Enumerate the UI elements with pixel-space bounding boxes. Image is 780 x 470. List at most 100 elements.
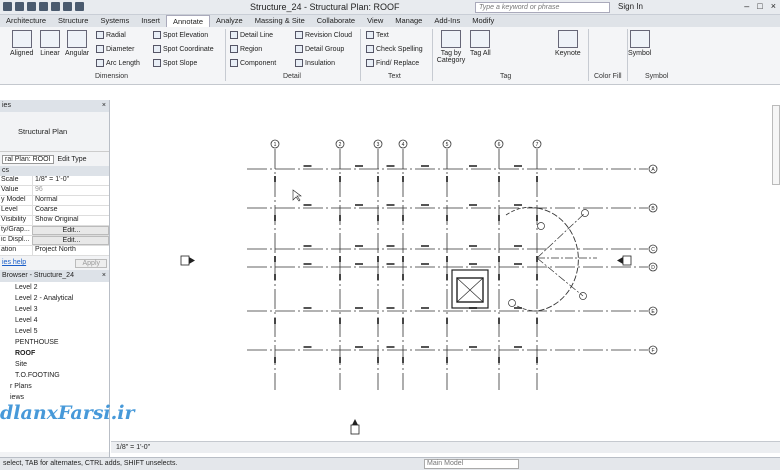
tree-item-penthouse[interactable]: PENTHOUSE (0, 337, 109, 348)
close-properties-icon[interactable]: × (102, 100, 106, 112)
active-workset-selector[interactable]: Main Model (424, 459, 519, 469)
column-marker (536, 274, 538, 280)
linear-dimension-button[interactable]: Linear (40, 30, 60, 57)
column-marker (446, 215, 448, 221)
tree-item-level-2-analytical[interactable]: Level 2 - Analytical (0, 293, 109, 304)
detail-line-button[interactable]: Detail Line (230, 31, 273, 39)
navigation-bar[interactable] (772, 105, 780, 185)
status-hint: select, TAB for alternates, CTRL adds, S… (3, 460, 178, 467)
angular-dimension-button[interactable]: Angular (65, 30, 89, 57)
spot-coordinate-button[interactable]: Spot Coordinate (153, 45, 214, 53)
search-input[interactable]: Type a keyword or phrase (475, 2, 610, 13)
tab-massing-site[interactable]: Massing & Site (249, 15, 311, 27)
undo-icon[interactable] (27, 2, 36, 11)
project-browser-tree: Level 2 Level 2 - Analytical Level 3 Lev… (0, 282, 109, 452)
text-icon[interactable] (75, 2, 84, 11)
column-marker (274, 256, 276, 262)
tag-panel-label[interactable]: Tag (500, 73, 511, 80)
aligned-dimension-icon (11, 30, 32, 48)
tree-item-roof[interactable]: ROOF (0, 348, 109, 359)
tab-structure[interactable]: Structure (52, 15, 94, 27)
properties-footer: ies help Apply (0, 256, 109, 270)
tree-item-to-footing[interactable]: T.O.FOOTING (0, 370, 109, 381)
column-marker (377, 357, 379, 363)
detail-level-field[interactable]: Coarse (32, 206, 109, 215)
dimension-panel-label[interactable]: Dimension (95, 73, 128, 80)
tab-manage[interactable]: Manage (389, 15, 428, 27)
minimize-icon[interactable]: – (744, 1, 749, 11)
tree-item-site[interactable]: Site (0, 359, 109, 370)
elevation-marker-south (350, 424, 360, 435)
properties-help-link[interactable]: ies help (2, 259, 26, 266)
keynote-button[interactable]: Keynote (555, 30, 581, 57)
visibility-field[interactable]: Show Original (32, 216, 109, 225)
display-model-field[interactable]: Normal (32, 196, 109, 205)
aligned-dimension-button[interactable]: Aligned (10, 30, 33, 57)
symbol-button[interactable]: Symbol (628, 30, 651, 57)
quick-access-toolbar[interactable] (3, 2, 84, 11)
drawing-canvas[interactable]: 1234567ABCDEF (111, 100, 780, 440)
column-marker (339, 318, 341, 324)
property-row: Value 96 (0, 186, 109, 196)
close-browser-icon[interactable]: × (102, 270, 106, 282)
color-fill-panel-label: Color Fill (594, 73, 622, 80)
edit-display-button[interactable]: Edit... (32, 236, 109, 245)
sign-in-button[interactable]: Sign In (618, 2, 643, 11)
tab-add-ins[interactable]: Add-Ins (428, 15, 466, 27)
component-button[interactable]: Component (230, 59, 276, 67)
window-controls: – □ × (744, 1, 776, 11)
tab-analyze[interactable]: Analyze (210, 15, 249, 27)
tab-view[interactable]: View (361, 15, 389, 27)
diameter-dimension-button[interactable]: Diameter (96, 45, 134, 53)
edit-type-button[interactable]: Edit Type (58, 156, 87, 163)
tab-annotate[interactable]: Annotate (166, 15, 211, 27)
text-panel-label[interactable]: Text (388, 73, 401, 80)
measure-icon[interactable] (63, 2, 72, 11)
check-spelling-button[interactable]: Check Spelling (366, 45, 423, 53)
tag-by-category-button[interactable]: Tag by Category (436, 30, 466, 64)
edit-visibility-button[interactable]: Edit... (32, 226, 109, 235)
graphics-section-header[interactable]: cs (0, 166, 109, 176)
arc-length-button[interactable]: Arc Length (96, 59, 140, 67)
orientation-field[interactable]: Project North (32, 246, 109, 255)
type-selector[interactable]: Structural Plan (0, 112, 109, 152)
tree-item-level-2[interactable]: Level 2 (0, 282, 109, 293)
tab-modify[interactable]: Modify (466, 15, 500, 27)
tree-item-level-3[interactable]: Level 3 (0, 304, 109, 315)
tree-item-level-5[interactable]: Level 5 (0, 326, 109, 337)
column-marker (377, 318, 379, 324)
print-icon[interactable] (51, 2, 60, 11)
revision-cloud-button[interactable]: Revision Cloud (295, 31, 352, 39)
close-icon[interactable]: × (771, 1, 776, 11)
tab-collaborate[interactable]: Collaborate (311, 15, 361, 27)
view-scale[interactable]: 1/8" = 1'-0" (116, 444, 150, 451)
open-icon[interactable] (3, 2, 12, 11)
structural-plan[interactable]: 1 2 3 4 5 6 7ABCDEF (111, 100, 780, 440)
column-marker (498, 256, 500, 262)
scale-field[interactable]: 1/8" = 1'-0" (32, 176, 109, 185)
insulation-button[interactable]: Insulation (295, 59, 335, 67)
save-icon[interactable] (15, 2, 24, 11)
detail-group-button[interactable]: Detail Group (295, 45, 344, 53)
redo-icon[interactable] (39, 2, 48, 11)
column-marker (402, 215, 404, 221)
find-replace-button[interactable]: Find/ Replace (366, 59, 419, 67)
beam-tag (303, 307, 312, 309)
radial-dimension-button[interactable]: Radial (96, 31, 126, 39)
tree-item-level-4[interactable]: Level 4 (0, 315, 109, 326)
spot-slope-button[interactable]: Spot Slope (153, 59, 197, 67)
tab-architecture[interactable]: Architecture (0, 15, 52, 27)
instance-filter-dropdown[interactable]: ral Plan: ROOI (2, 154, 54, 164)
property-row: ic Displ... Edit... (0, 236, 109, 246)
apply-button[interactable]: Apply (75, 259, 107, 268)
spot-elevation-button[interactable]: Spot Elevation (153, 31, 208, 39)
text-button[interactable]: Text (366, 31, 389, 39)
region-button[interactable]: Region (230, 45, 262, 53)
column-marker (339, 274, 341, 280)
maximize-icon[interactable]: □ (757, 1, 762, 11)
tab-insert[interactable]: Insert (135, 15, 166, 27)
tag-all-button[interactable]: Tag All (470, 30, 491, 57)
elevation-arrow-east (617, 257, 623, 264)
tree-item-floor-plans[interactable]: r Plans (0, 381, 109, 392)
tab-systems[interactable]: Systems (94, 15, 135, 27)
